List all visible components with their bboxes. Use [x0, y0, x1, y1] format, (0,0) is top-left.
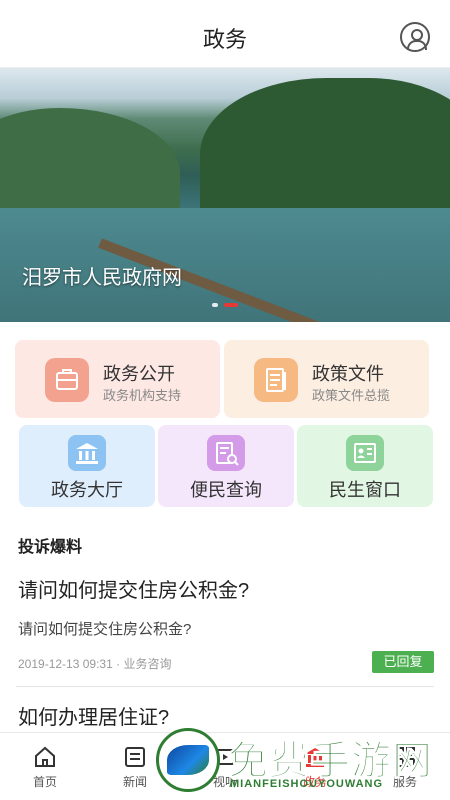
complaint-item-title[interactable]: 请问如何提交住房公积金?: [18, 574, 249, 603]
complaint-date: 2019-12-13 09:31: [18, 657, 113, 671]
service-card-title: 政务大厅: [51, 480, 123, 500]
top-bar: 政务: [0, 0, 450, 68]
service-card-public-query[interactable]: 便民查询: [158, 425, 294, 507]
complaint-item-summary: 请问如何提交住房公积金?: [18, 621, 192, 638]
banner-carousel[interactable]: 汨罗市人民政府网: [0, 68, 450, 322]
briefcase-icon: [45, 358, 89, 402]
search-document-icon: [207, 435, 245, 471]
service-card-gov-hall[interactable]: 政务大厅: [19, 425, 155, 507]
id-card-icon: [346, 435, 384, 471]
news-icon: [125, 747, 145, 767]
service-card-policy-documents[interactable]: 政策文件 政策文件总揽: [224, 340, 429, 418]
service-card-subtitle: 政务机构支持: [103, 388, 182, 403]
carousel-indicator: [212, 296, 244, 314]
section-title: 投诉爆料: [18, 539, 83, 556]
service-card-title: 政策文件: [312, 364, 384, 384]
user-profile-icon[interactable]: [400, 22, 430, 52]
complaint-item-title[interactable]: 如何办理居住证?: [18, 701, 169, 730]
service-card-livelihood-window[interactable]: 民生窗口: [297, 425, 433, 507]
service-card-gov-affairs-public[interactable]: 政务公开 政务机构支持: [15, 340, 220, 418]
carousel-dot[interactable]: [212, 302, 218, 307]
status-badge: 已回复: [372, 651, 434, 673]
banner-caption: 汨罗市人民政府网: [22, 267, 182, 289]
document-icon: [254, 358, 298, 402]
service-card-title: 民生窗口: [329, 480, 401, 500]
carousel-dot-active[interactable]: [224, 302, 238, 307]
watermark: 免费手游网 MIANFEISHOUYOUWANG: [152, 726, 450, 800]
divider: [16, 686, 434, 687]
tab-label: 首页: [32, 775, 57, 789]
page-title: 政务: [202, 27, 247, 52]
service-card-title: 便民查询: [190, 480, 262, 500]
government-building-icon: [68, 435, 106, 471]
tab-home[interactable]: 首页: [0, 733, 90, 800]
complaint-category: 业务咨询: [123, 657, 172, 671]
watermark-logo-icon: [156, 728, 220, 792]
service-card-subtitle: 政策文件总揽: [312, 388, 391, 403]
complaint-item-meta: 2019-12-13 09:31 · 业务咨询: [18, 655, 171, 672]
watermark-subtext: MIANFEISHOUYOUWANG: [230, 778, 384, 790]
home-icon: [35, 746, 55, 767]
service-card-title: 政务公开: [103, 364, 175, 384]
